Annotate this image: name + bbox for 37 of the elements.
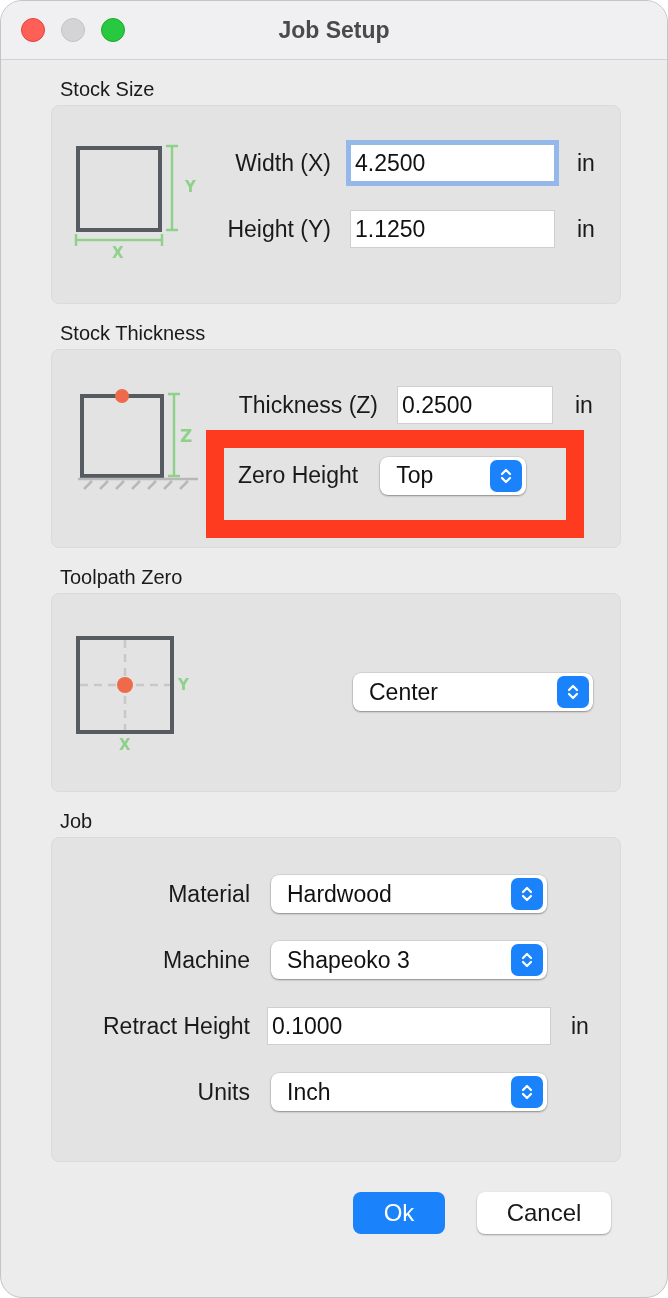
field-label: Units xyxy=(196,1078,250,1106)
unit-label: in xyxy=(576,215,596,243)
window-title: Job Setup xyxy=(278,16,390,44)
stepper-icon xyxy=(511,1076,543,1108)
section-title: Toolpath Zero xyxy=(60,566,183,589)
popup-menu[interactable]: Hardwood xyxy=(271,875,547,913)
dialog-button[interactable]: Cancel xyxy=(477,1192,611,1234)
number-field[interactable]: 0.1000 xyxy=(267,1007,551,1045)
minimize-button[interactable] xyxy=(61,18,85,42)
close-button[interactable] xyxy=(21,18,45,42)
unit-label: in xyxy=(576,149,596,177)
field-label: Thickness (Z) xyxy=(237,391,378,419)
field-label: Width (X) xyxy=(234,149,331,177)
stock-size-drawing: Y X xyxy=(74,144,198,264)
section-title: Stock Thickness xyxy=(60,322,206,345)
field-label: Height (Y) xyxy=(226,215,331,243)
field-label: Material xyxy=(167,880,250,908)
popup-menu[interactable]: Top xyxy=(380,456,527,495)
number-field[interactable]: 0.2500 xyxy=(397,386,553,424)
popup-menu[interactable]: Center xyxy=(353,673,593,711)
number-field[interactable]: 1.1250 xyxy=(350,210,555,248)
zoom-button[interactable] xyxy=(101,18,125,42)
section-title: Stock Size xyxy=(60,78,155,101)
stepper-icon xyxy=(490,459,523,492)
dialog-button[interactable]: Ok xyxy=(353,1192,445,1234)
stepper-icon xyxy=(557,676,589,708)
field-label: Retract Height xyxy=(102,1012,250,1040)
popup-menu[interactable]: Inch xyxy=(271,1073,547,1111)
field-label: Machine xyxy=(162,946,250,974)
section-title: Job xyxy=(60,810,93,833)
stepper-icon xyxy=(511,944,543,976)
unit-label: in xyxy=(570,1012,590,1040)
popup-menu[interactable]: Shapeoko 3 xyxy=(271,941,547,979)
field-label: Zero Height xyxy=(238,462,359,489)
number-field[interactable]: 4.2500 xyxy=(350,144,555,182)
stepper-icon xyxy=(511,878,543,910)
unit-label: in xyxy=(574,391,594,419)
